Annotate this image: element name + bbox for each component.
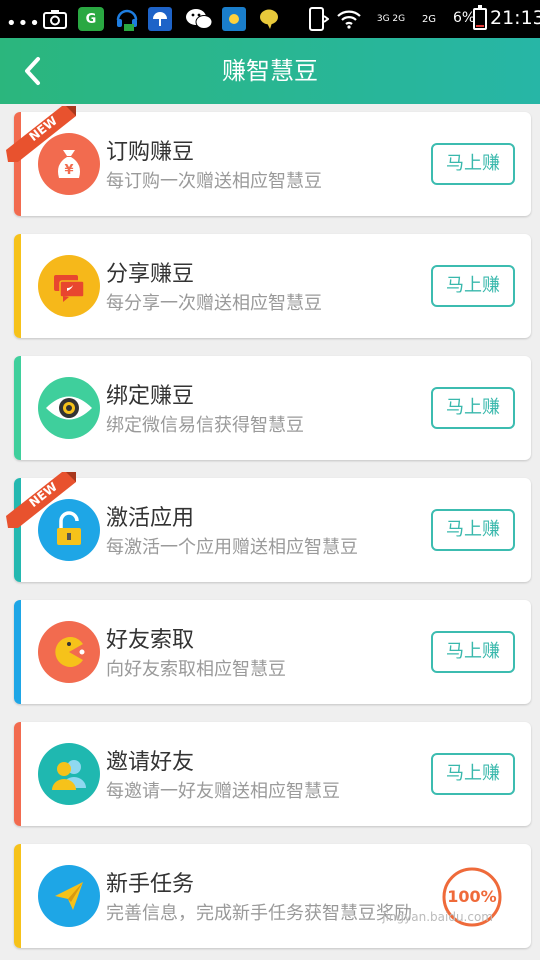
pacman-icon [38, 621, 100, 683]
item-title: 绑定赚豆 [106, 384, 195, 409]
item-description: 向好友索取相应智慧豆 [106, 659, 286, 680]
item-description: 绑定微信易信获得智慧豆 [106, 415, 304, 436]
status-bar: ••• G 3G 2G 2G 6% 21:13 [0, 0, 540, 38]
earn-now-button[interactable]: 马上赚 [431, 509, 515, 551]
card-accent [14, 600, 21, 704]
sun-notification-icon [222, 7, 246, 31]
svg-text:¥: ¥ [64, 163, 73, 178]
item-title: 好友索取 [106, 628, 195, 653]
list-item: 邀请好友 每邀请一好友赠送相应智慧豆 马上赚 [14, 722, 531, 826]
headset-notification-icon [114, 6, 140, 32]
earn-now-button[interactable]: 马上赚 [431, 387, 515, 429]
item-description: 每激活一个应用赠送相应智慧豆 [106, 537, 358, 558]
signal-2g-icon: 2G [421, 13, 437, 25]
wifi-icon [336, 6, 362, 32]
list-item: 分享赚豆 每分享一次赠送相应智慧豆 马上赚 [14, 234, 531, 338]
clock: 21:13 [490, 7, 540, 29]
app-notification-icon: G [78, 7, 104, 31]
card-accent [14, 234, 21, 338]
new-ribbon-badge: NEW [6, 106, 76, 162]
list-item: ¥ NEW 订购赚豆 每订购一次赠送相应智慧豆 马上赚 [6, 106, 531, 216]
watermark-text: jingyan.baidu.com [382, 910, 493, 924]
item-description: 每订购一次赠送相应智慧豆 [106, 171, 322, 192]
back-button[interactable] [14, 52, 50, 90]
item-description: 每分享一次赠送相应智慧豆 [106, 293, 322, 314]
app-header: 赚智慧豆 [0, 38, 540, 104]
signal-3g-icon: 3G 2G [376, 13, 406, 24]
wechat-icon [185, 6, 213, 32]
item-title: 激活应用 [106, 506, 195, 531]
item-title: 新手任务 [106, 872, 195, 897]
earn-now-button[interactable]: 马上赚 [431, 143, 515, 185]
camera-icon [42, 6, 68, 32]
paper-plane-icon [38, 865, 100, 927]
vibrate-phone-icon [306, 6, 330, 32]
eye-icon [38, 377, 100, 439]
battery-icon [473, 5, 487, 30]
new-ribbon-badge: NEW [6, 472, 76, 528]
share-chat-icon [38, 255, 100, 317]
list-item: 绑定赚豆 绑定微信易信获得智慧豆 马上赚 [14, 356, 531, 460]
list-item: NEW 激活应用 每激活一个应用赠送相应智慧豆 马上赚 [6, 472, 531, 582]
item-title: 订购赚豆 [106, 140, 195, 165]
chevron-left-icon [25, 57, 40, 85]
card-accent [14, 844, 21, 948]
earn-now-button[interactable]: 马上赚 [431, 631, 515, 673]
weather-notification-icon [148, 7, 172, 31]
friends-icon [38, 743, 100, 805]
battery-percent: 6% [453, 10, 476, 26]
card-accent [14, 356, 21, 460]
item-description: 每邀请一好友赠送相应智慧豆 [106, 781, 340, 802]
chat-bubble-icon [257, 6, 281, 32]
item-title: 邀请好友 [106, 750, 195, 775]
page-title: 赚智慧豆 [222, 57, 318, 85]
more-dots-icon: ••• [6, 12, 41, 34]
list-item: 新手任务 完善信息，完成新手任务获智慧豆奖励 100% jingyan.baid… [14, 844, 531, 948]
earn-now-button[interactable]: 马上赚 [431, 265, 515, 307]
list-item: 好友索取 向好友索取相应智慧豆 马上赚 [14, 600, 531, 704]
item-title: 分享赚豆 [106, 262, 195, 287]
earn-now-button[interactable]: 马上赚 [431, 753, 515, 795]
card-accent [14, 722, 21, 826]
